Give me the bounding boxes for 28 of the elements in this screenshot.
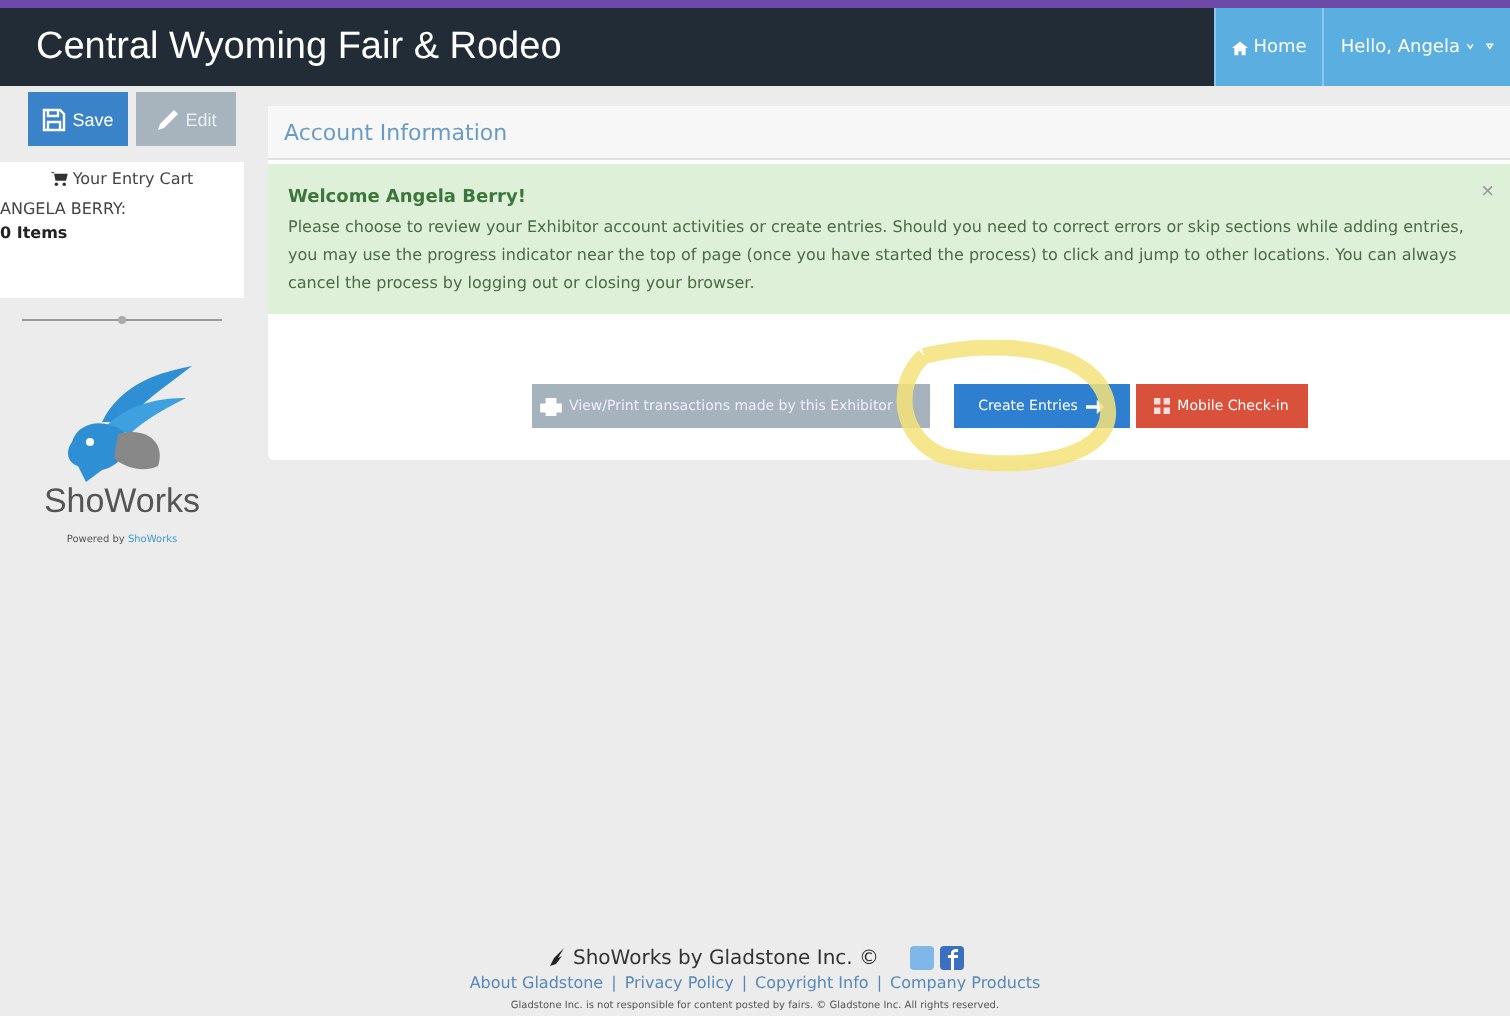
caret-icon: [1466, 42, 1494, 52]
panel-title: Account Information: [284, 119, 508, 145]
footer-link[interactable]: Company Products: [890, 974, 1041, 992]
site-title: Central Wyoming Fair & Rodeo: [36, 25, 562, 69]
footer-brand: ShoWorks by Gladstone Inc. ©: [572, 947, 880, 969]
user-menu[interactable]: Hello, Angela: [1322, 8, 1510, 86]
logo-wordmark: ShoWorks: [43, 482, 201, 522]
footer-link[interactable]: Privacy Policy: [624, 974, 734, 992]
cart-title: Your Entry Cart: [72, 170, 194, 188]
house-icon: [1231, 39, 1248, 55]
link-separator: |: [876, 974, 883, 992]
owner-name: ANGELA BERRY:: [0, 200, 129, 218]
alert-message: Please choose to review your Exhibitor account activities or create entries. Should you need to correct errors or skip sections while adding entries, you may use the progress indicator near the top of page (once you have started the process) to click and jump to other locations. You can always cancel the process by logging out or closing your browser.: [288, 216, 1466, 296]
link-separator: |: [611, 974, 617, 992]
facebook-icon: [939, 946, 964, 970]
footer-link[interactable]: Copyright Info: [755, 974, 869, 992]
footer-link[interactable]: About Gladstone: [469, 974, 604, 992]
alert-title: Welcome Angela Berry!: [288, 188, 526, 208]
grid-icon: [1153, 398, 1170, 414]
link-separator: |: [741, 974, 748, 992]
close-button[interactable]: ×: [1481, 180, 1494, 204]
save-button[interactable]: Save: [28, 92, 128, 146]
item-count: 0 Items: [0, 224, 70, 242]
arrow-right-icon: [1085, 397, 1104, 415]
cart-icon: [50, 172, 69, 186]
divider-slider-icon: [22, 314, 222, 326]
pencil-icon: [155, 107, 180, 131]
home-link[interactable]: Home: [1213, 8, 1323, 86]
